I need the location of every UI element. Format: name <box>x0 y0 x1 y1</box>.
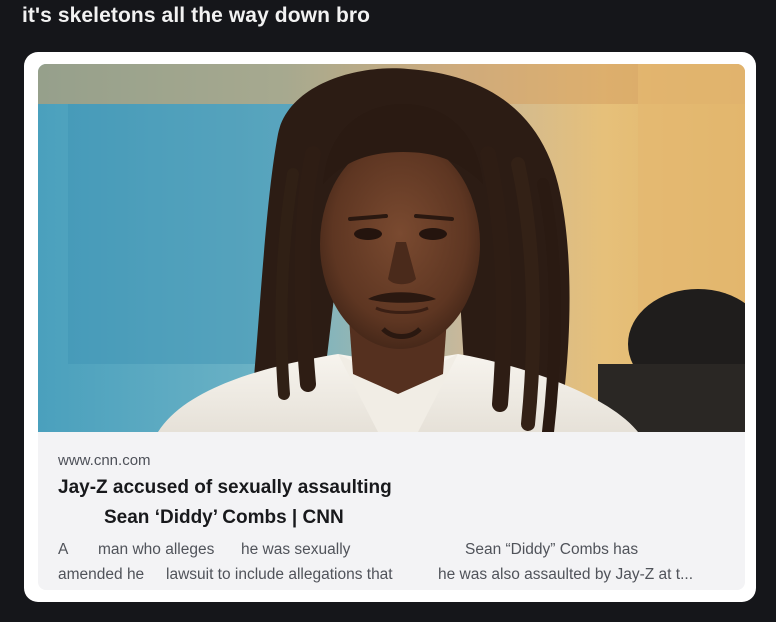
link-preview-description-fragment: Sean “Diddy” Combs has <box>465 541 639 558</box>
link-preview-title-line-2[interactable]: Sean ‘Diddy’ Combs | CNN <box>104 508 344 527</box>
link-preview-url[interactable]: www.cnn.com <box>58 452 151 469</box>
post-text: it's skeletons all the way down bro <box>22 4 371 27</box>
link-preview-title-line-1[interactable]: Jay-Z accused of sexually assaulting <box>58 478 392 497</box>
link-preview-description-fragment: man who alleges <box>98 541 215 558</box>
link-preview-description-fragment: lawsuit to include allegations that <box>166 566 393 583</box>
link-preview-description-fragment: amended he <box>58 566 145 583</box>
link-preview-description-fragment: he was also assaulted by Jay-Z at t... <box>438 566 694 583</box>
article-preview-image[interactable] <box>38 64 745 432</box>
link-preview-card[interactable]: www.cnn.com Jay-Z accused of sexually as… <box>24 52 756 602</box>
link-preview-description-fragment: he was sexually <box>241 541 351 558</box>
link-preview-meta: www.cnn.com Jay-Z accused of sexually as… <box>38 432 745 590</box>
link-preview-description-fragment: A <box>58 541 69 558</box>
